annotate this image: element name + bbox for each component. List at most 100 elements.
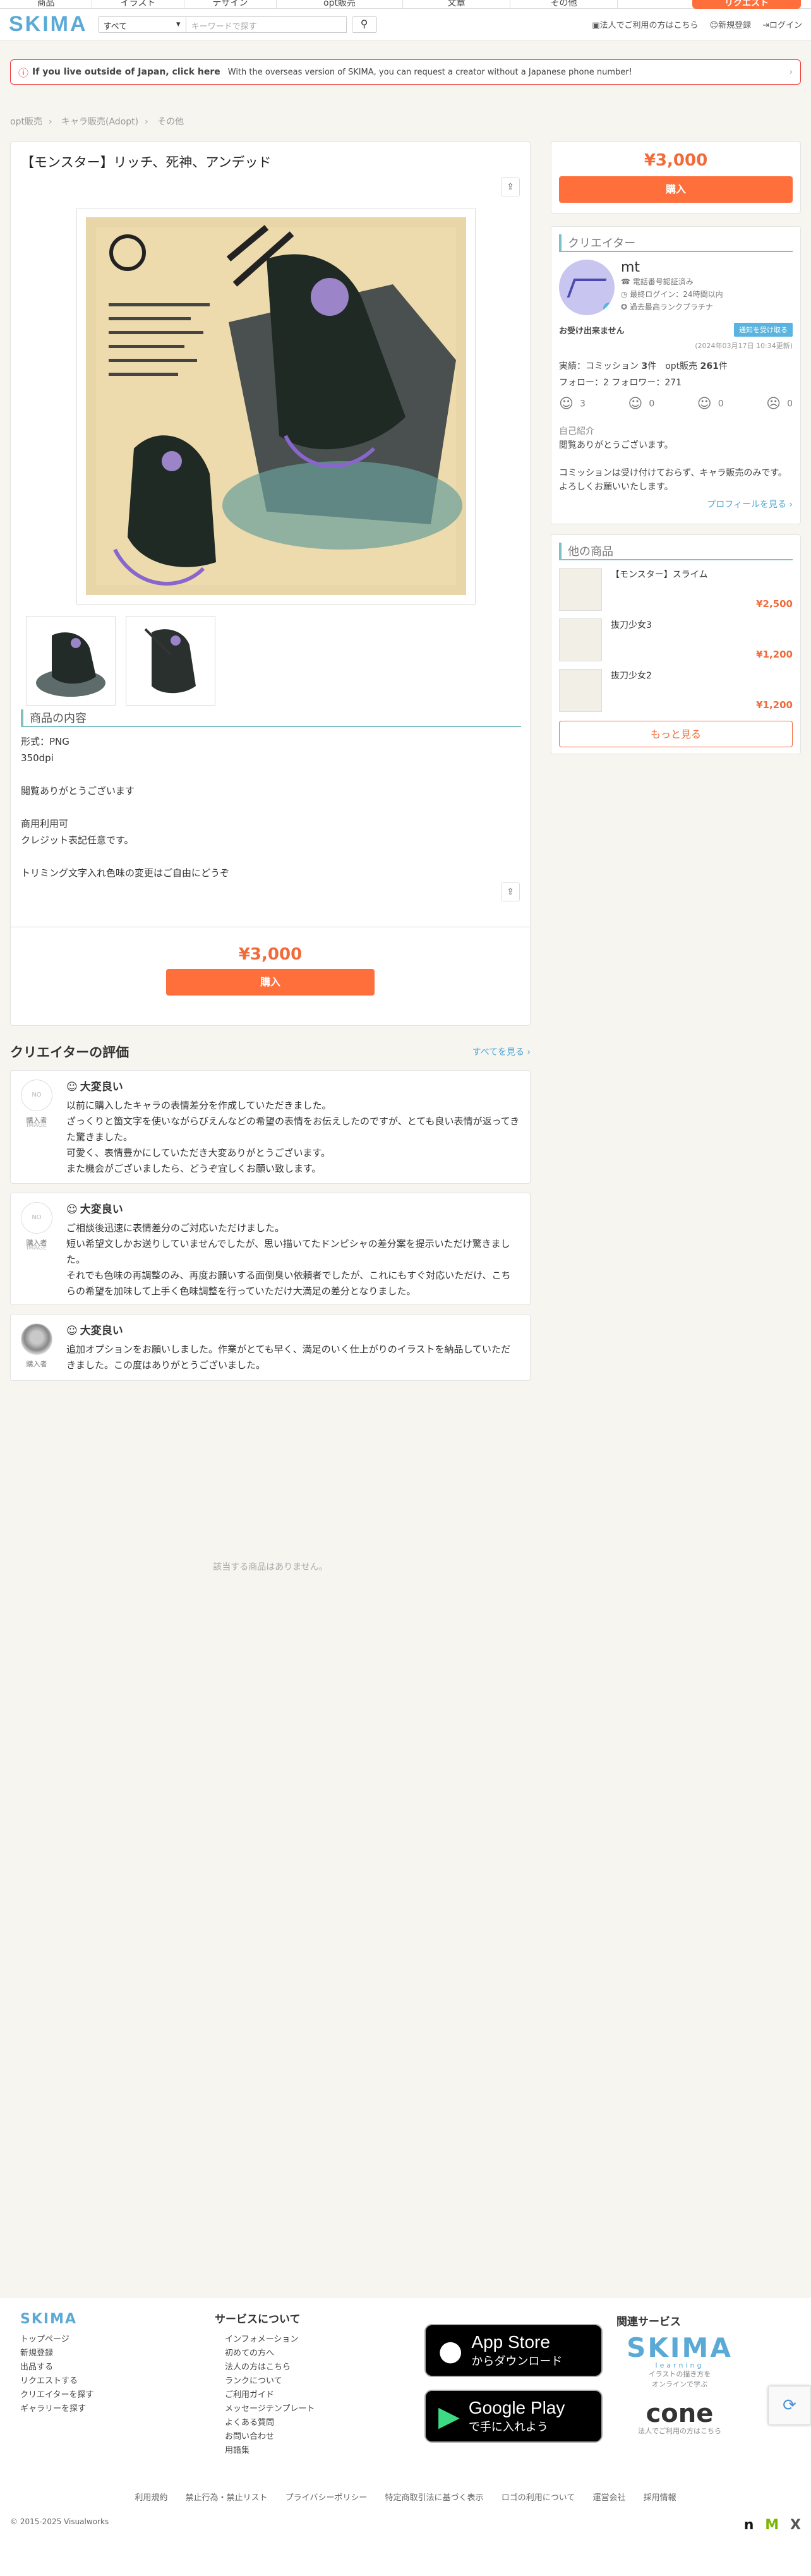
- skima-learning-link[interactable]: SKIMA learning イラストの描き方を オンラインで学ぶ: [616, 2335, 743, 2390]
- share-button[interactable]: ⇪: [501, 178, 520, 196]
- footer-link[interactable]: クリエイターを探す: [20, 2388, 93, 2402]
- footer-bottom: © 2015-2025 Visualworks n M X: [10, 2517, 801, 2533]
- footer-link[interactable]: インフォメーション: [225, 2333, 315, 2347]
- review-text: 以前に購入したキャラの表情差分を作成していただきました。: [66, 1100, 332, 1111]
- reviews-header: クリエイターの評価 すべてを見る ›: [10, 1042, 531, 1061]
- search-button[interactable]: ⚲: [351, 16, 377, 33]
- other-products-heading: 他の商品: [559, 543, 793, 560]
- stats-follow: フォロー：2 フォロワー：271: [559, 378, 682, 388]
- stats-count: 3: [641, 361, 648, 371]
- recaptcha-badge[interactable]: ⟳: [768, 2386, 811, 2425]
- overseas-notice[interactable]: ⓘ If you live outside of Japan, click he…: [10, 59, 801, 85]
- footer-legal-link[interactable]: 利用規約: [135, 2493, 167, 2503]
- footer-link[interactable]: メッセージテンプレート: [225, 2402, 315, 2416]
- review-text: 短い希望文しかお送りしていませんでしたが、思い描いてたドンピシャの差分案を提示い…: [66, 1238, 510, 1265]
- footer-link[interactable]: お問い合わせ: [225, 2430, 315, 2444]
- cone-link[interactable]: cone 法人でご利用の方はこちら: [616, 2401, 743, 2436]
- corporate-link-label: 法人でご利用の方はこちら: [599, 21, 699, 30]
- footer-logo[interactable]: SKIMA: [20, 2313, 93, 2326]
- footer-legal-link[interactable]: ロゴの利用について: [502, 2493, 575, 2503]
- google-play-button[interactable]: ▶ Google Play で手に入れよう: [424, 2390, 603, 2443]
- scope-value: すべて: [103, 21, 128, 32]
- notice-bold: If you live outside of Japan, click here: [32, 67, 220, 77]
- very-happy-face-icon: ☺: [559, 396, 574, 412]
- stats-text: 件 opt販売: [647, 361, 700, 371]
- review-rating: ☺ 大変良い: [66, 1202, 520, 1218]
- app-store-line2: からダウンロード: [471, 2355, 563, 2368]
- breadcrumb-other[interactable]: その他: [157, 117, 184, 127]
- meta-text: 最終ログイン：24時間以内: [630, 290, 723, 299]
- footer-link[interactable]: ギャラリーを探す: [20, 2402, 93, 2416]
- cone-caption: 法人でご利用の方はこちら: [638, 2427, 721, 2435]
- search-input[interactable]: キーワードで探す: [186, 16, 347, 33]
- nav-category-opt[interactable]: opt販売: [277, 0, 403, 8]
- creator-stats: 実績：コミッション 3件 opt販売 261件 フォロー：2 フォロワー：271: [559, 358, 793, 391]
- footer-link[interactable]: 新規登録: [20, 2347, 93, 2361]
- nav-category-illust[interactable]: イラスト: [92, 0, 184, 8]
- app-store-button[interactable]: ● App Store からダウンロード: [424, 2324, 603, 2377]
- intro-line: [559, 452, 793, 466]
- intro-label: 自己紹介: [559, 426, 594, 436]
- review-rating: ☺ 大変良い: [66, 1323, 520, 1339]
- thumbnail-2[interactable]: [126, 616, 215, 706]
- buy-button[interactable]: 購入: [166, 969, 375, 996]
- more-products-button[interactable]: もっと見る: [559, 721, 793, 747]
- nav-category-goods[interactable]: 商品: [0, 0, 92, 8]
- footer-link[interactable]: ご利用ガイド: [225, 2388, 315, 2402]
- note-link[interactable]: n: [735, 2517, 754, 2533]
- stats-sales: 実績：コミッション 3件 opt販売 261件: [559, 358, 793, 375]
- footer-link[interactable]: 出品する: [20, 2361, 93, 2374]
- sidebar-buy-button[interactable]: 購入: [559, 176, 793, 203]
- footer-link[interactable]: トップページ: [20, 2333, 93, 2347]
- footer-link[interactable]: リクエストする: [20, 2374, 93, 2388]
- product-image[interactable]: [76, 208, 476, 605]
- creator-avatar[interactable]: ✓: [559, 260, 615, 315]
- footer-legal-link[interactable]: 採用情報: [644, 2493, 676, 2503]
- footer-link[interactable]: 用語集: [225, 2444, 315, 2458]
- info-icon: ⓘ: [18, 67, 29, 79]
- footer-link[interactable]: ランクについて: [225, 2374, 315, 2388]
- review-text: それでも色味の再調整のみ、再度お願いする面倒臭い依頼者でしたが、これにもすぐ対応…: [66, 1270, 511, 1297]
- misskey-link[interactable]: M: [756, 2517, 779, 2533]
- footer-link[interactable]: 初めての方へ: [225, 2347, 315, 2361]
- creator-name[interactable]: mt: [621, 260, 640, 275]
- breadcrumb-adopt[interactable]: キャラ販売(Adopt): [61, 117, 138, 127]
- other-product-item[interactable]: 抜刀少女3 ¥1,200: [559, 618, 793, 661]
- footer: SKIMA トップページ 新規登録 出品する リクエストする クリエイターを探す…: [0, 2297, 811, 2576]
- product-card: 【モンスター】リッチ、死神、アンデッド ⇪ 商品の内容 形式：PNG 350dp…: [10, 141, 531, 1026]
- stats-text: 実績：コミッション: [559, 361, 642, 371]
- notify-button[interactable]: 通知を受け取る: [734, 323, 793, 337]
- footer-link[interactable]: よくある質問: [225, 2416, 315, 2430]
- footer-legal-link[interactable]: 禁止行為・禁止リスト: [186, 2493, 268, 2503]
- skima-logo[interactable]: SKIMA: [9, 12, 88, 37]
- footer-legal-link[interactable]: 特定商取引法に基づく表示: [385, 2493, 484, 2503]
- creator-card: クリエイター ✓ mt ☎ 電話番号認証済み ◷ 最終ログイン：24時間以内 ✪…: [551, 226, 801, 524]
- signup-link[interactable]: ☺新規登録: [710, 18, 752, 30]
- login-link[interactable]: ⇥ログイン: [762, 18, 802, 30]
- corporate-link[interactable]: ▣法人でご利用の方はこちら: [592, 18, 698, 30]
- phone-icon: ☎: [621, 277, 633, 286]
- x-link[interactable]: X: [781, 2517, 801, 2533]
- google-play-icon: ▶: [438, 2400, 460, 2433]
- other-product-item[interactable]: 抜刀少女2 ¥1,200: [559, 669, 793, 712]
- reviews-heading: クリエイターの評価: [10, 1045, 129, 1060]
- footer-legal-link[interactable]: プライバシーポリシー: [285, 2493, 368, 2503]
- share-button-bottom[interactable]: ⇪: [501, 882, 520, 901]
- product-name: 抜刀少女3: [611, 620, 652, 630]
- request-button[interactable]: リクエスト: [692, 0, 801, 9]
- breadcrumb-separator: ›: [48, 117, 52, 127]
- breadcrumb-opt[interactable]: opt販売: [10, 117, 42, 127]
- review-body: ☺ 大変良い 以前に購入したキャラの表情差分を作成していただきました。 ざっくりと…: [66, 1080, 520, 1174]
- nav-category-other[interactable]: その他: [510, 0, 618, 8]
- nav-category-text[interactable]: 文章: [403, 0, 510, 8]
- other-product-item[interactable]: 【モンスター】スライム ¥2,500: [559, 568, 793, 611]
- description-line: [21, 766, 229, 783]
- see-all-reviews-link[interactable]: すべてを見る ›: [472, 1045, 531, 1058]
- footer-link[interactable]: 法人の方はこちら: [225, 2361, 315, 2374]
- thumbnail-1[interactable]: [26, 616, 116, 706]
- nav-category-design[interactable]: デザイン: [184, 0, 277, 8]
- search-scope-select[interactable]: すべて ▾: [97, 16, 186, 33]
- footer-legal-links: 利用規約 禁止行為・禁止リスト プライバシーポリシー 特定商取引法に基づく表示 …: [0, 2491, 811, 2503]
- profile-link[interactable]: プロフィールを見る ›: [559, 498, 793, 510]
- footer-legal-link[interactable]: 運営会社: [592, 2493, 625, 2503]
